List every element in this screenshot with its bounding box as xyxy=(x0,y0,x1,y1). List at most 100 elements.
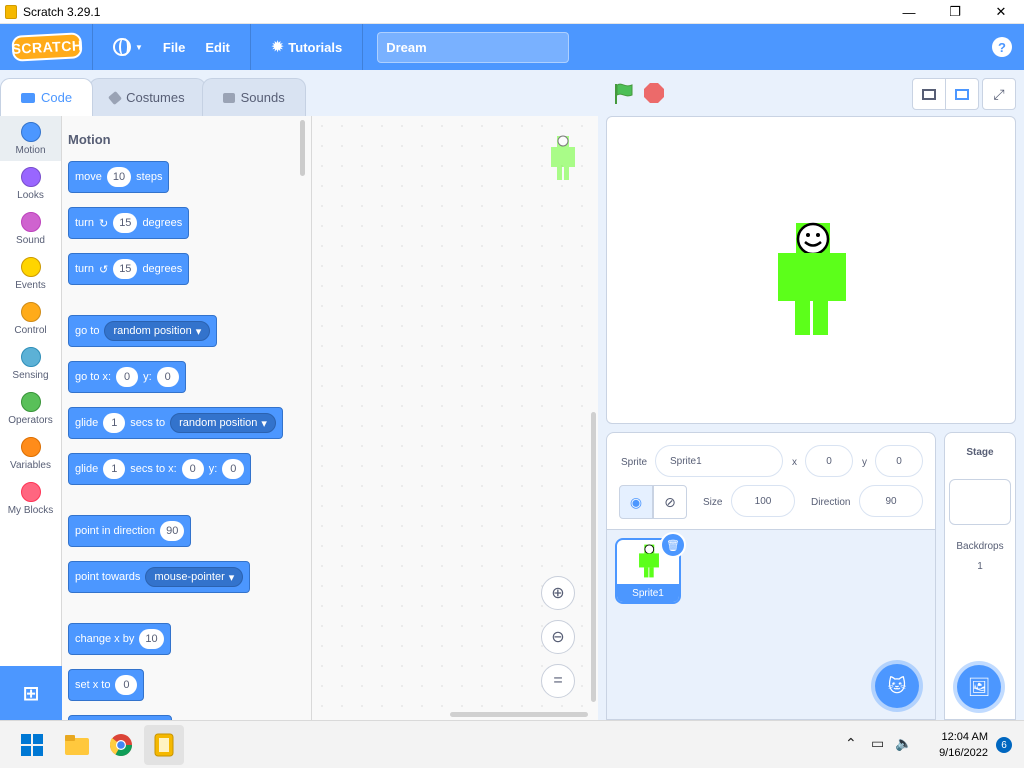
block-go-to-xy[interactable]: go to x: 0 y: 0 xyxy=(68,361,186,393)
tab-costumes[interactable]: Costumes xyxy=(89,78,206,116)
block-point-towards[interactable]: point towards mouse-pointer ▾ xyxy=(68,561,251,593)
dropdown-value: mouse-pointer xyxy=(154,571,225,583)
category-events[interactable]: Events xyxy=(0,251,61,296)
tab-sounds[interactable]: Sounds xyxy=(201,78,306,116)
hide-sprite-button[interactable]: ⊘ xyxy=(653,485,687,519)
x-input[interactable]: 0 xyxy=(805,445,853,477)
add-backdrop-button[interactable]: 🖼 xyxy=(957,665,1001,709)
block-text: go to xyxy=(75,325,100,337)
chevron-up-icon[interactable]: ⌃ xyxy=(845,735,857,752)
stop-icon[interactable] xyxy=(644,83,664,103)
block-number-input[interactable]: 1 xyxy=(103,413,126,433)
delete-sprite-icon[interactable]: 🗑 xyxy=(660,532,686,558)
block-move-steps[interactable]: move 10 steps xyxy=(68,161,170,193)
category-label: Motion xyxy=(15,144,46,156)
category-sound[interactable]: Sound xyxy=(0,206,61,251)
block-number-input[interactable]: 15 xyxy=(113,213,138,233)
green-flag-icon[interactable] xyxy=(612,82,636,106)
extension-icon: ⊞ xyxy=(22,682,40,705)
add-sprite-button[interactable]: 🐱 xyxy=(875,664,919,708)
block-set-x[interactable]: set x to 0 xyxy=(68,669,145,701)
size-input[interactable]: 100 xyxy=(731,485,795,517)
scratch-logo[interactable]: SCRATCH xyxy=(11,32,83,62)
chrome-icon[interactable] xyxy=(109,733,133,757)
category-motion[interactable]: Motion xyxy=(0,116,61,161)
script-vertical-scrollbar[interactable] xyxy=(591,412,596,702)
block-point-in-direction[interactable]: point in direction 90 xyxy=(68,515,192,547)
windows-taskbar: ⌃ ▭ 🔈 12:04 AM 9/16/2022 6 xyxy=(0,720,1024,768)
minimize-button[interactable]: — xyxy=(886,0,932,24)
block-turn-right[interactable]: turn ↻ 15 degrees xyxy=(68,207,190,239)
tab-code-label: Code xyxy=(41,90,73,105)
category-sensing[interactable]: Sensing xyxy=(0,341,61,386)
add-extension-button[interactable]: ⊞ xyxy=(0,666,62,720)
block-number-input[interactable]: 1 xyxy=(103,459,126,479)
tutorials-button[interactable]: ✹ Tutorials xyxy=(261,24,352,70)
zoom-in-button[interactable]: ⊕ xyxy=(541,576,575,610)
chevron-down-icon: ▾ xyxy=(228,571,235,584)
equals-icon: = xyxy=(553,672,563,689)
block-glide-to[interactable]: glide 1 secs to random position ▾ xyxy=(68,407,283,439)
block-change-x[interactable]: change x by 10 xyxy=(68,623,171,655)
fullscreen-button[interactable]: ⤢ xyxy=(982,78,1016,110)
eye-slash-icon: ⊘ xyxy=(664,493,676,510)
taskbar-clock[interactable]: 12:04 AM 9/16/2022 xyxy=(939,729,988,761)
block-number-input[interactable]: 10 xyxy=(106,167,132,187)
script-area[interactable]: ⊕ ⊖ = xyxy=(312,116,598,720)
stage-selector[interactable]: Stage Backdrops 1 🖼 xyxy=(944,432,1016,720)
zoom-out-button[interactable]: ⊖ xyxy=(541,620,575,654)
small-stage-button[interactable] xyxy=(912,78,946,110)
dropdown-value: random position xyxy=(179,417,258,429)
help-icon[interactable]: ? xyxy=(992,37,1012,57)
script-horizontal-scrollbar[interactable] xyxy=(450,712,588,717)
block-text: degrees xyxy=(142,217,183,229)
language-menu[interactable]: ▼ xyxy=(103,24,153,70)
maximize-button[interactable]: ❐ xyxy=(932,0,978,24)
scratch-taskbar-icon[interactable] xyxy=(152,733,176,757)
block-go-to[interactable]: go to random position ▾ xyxy=(68,315,218,347)
block-dropdown[interactable]: mouse-pointer ▾ xyxy=(145,567,244,587)
block-dropdown[interactable]: random position ▾ xyxy=(170,413,276,433)
category-control[interactable]: Control xyxy=(0,296,61,341)
sprite-character[interactable] xyxy=(776,221,848,337)
x-label: x xyxy=(792,457,797,468)
file-explorer-icon[interactable] xyxy=(65,733,89,757)
block-turn-left[interactable]: turn ↺ 15 degrees xyxy=(68,253,190,285)
edit-menu[interactable]: Edit xyxy=(195,24,240,70)
category-operators[interactable]: Operators xyxy=(0,386,61,431)
block-number-input[interactable]: 0 xyxy=(181,459,204,479)
category-my-blocks[interactable]: My Blocks xyxy=(0,476,61,521)
category-looks[interactable]: Looks xyxy=(0,161,61,206)
show-sprite-button[interactable]: ◉ xyxy=(619,485,653,519)
notification-badge[interactable]: 6 xyxy=(996,737,1012,753)
palette-scrollbar[interactable] xyxy=(300,120,305,176)
block-number-input[interactable]: 0 xyxy=(156,367,179,387)
close-button[interactable]: ✕ xyxy=(978,0,1024,24)
block-number-input[interactable]: 15 xyxy=(113,259,138,279)
block-number-input[interactable]: 10 xyxy=(139,629,164,649)
start-icon[interactable] xyxy=(20,733,44,757)
block-number-input[interactable]: 0 xyxy=(116,367,139,387)
large-stage-button[interactable] xyxy=(945,78,979,110)
block-glide-to-xy[interactable]: glide 1 secs to x: 0 y: 0 xyxy=(68,453,252,485)
clock-time: 12:04 AM xyxy=(941,731,988,743)
category-variables[interactable]: Variables xyxy=(0,431,61,476)
stage-canvas[interactable] xyxy=(606,116,1016,424)
zoom-reset-button[interactable]: = xyxy=(541,664,575,698)
block-dropdown[interactable]: random position ▾ xyxy=(104,321,211,341)
file-menu[interactable]: File xyxy=(153,24,195,70)
block-number-input[interactable]: 0 xyxy=(115,675,138,695)
tab-code[interactable]: Code xyxy=(0,78,94,116)
project-title-input[interactable]: Dream xyxy=(377,31,570,63)
volume-icon[interactable]: 🔈 xyxy=(895,735,912,752)
block-number-input[interactable]: 0 xyxy=(222,459,245,479)
sprite-name-input[interactable]: Sprite1 xyxy=(655,445,783,477)
speaker-icon xyxy=(222,92,235,103)
sound-dot-icon xyxy=(20,211,41,232)
chevron-down-icon: ▾ xyxy=(261,417,267,430)
block-number-input[interactable]: 90 xyxy=(160,521,185,541)
y-input[interactable]: 0 xyxy=(875,445,923,477)
direction-input[interactable]: 90 xyxy=(859,485,923,517)
network-icon[interactable]: ▭ xyxy=(871,735,884,752)
stage-thumbnail[interactable] xyxy=(949,479,1011,525)
